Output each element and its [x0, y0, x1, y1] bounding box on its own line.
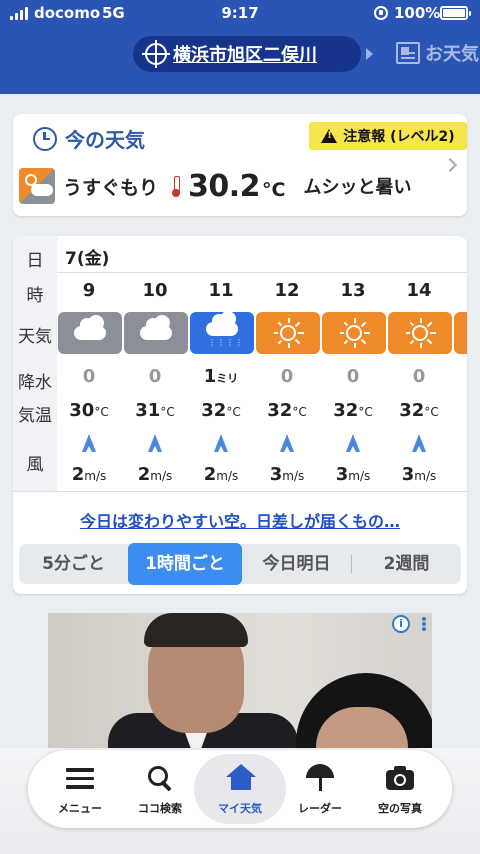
sunny-icon [322, 312, 386, 354]
row-label-precip: 降水 [13, 368, 57, 393]
wind-speed: 2m/s [71, 464, 107, 485]
temp-value: 32°C [399, 400, 439, 421]
temp-value: 30°C [69, 400, 109, 421]
day-divider [57, 272, 467, 273]
nav-menu-label: メニュー [58, 802, 102, 815]
sunny-icon [388, 312, 452, 354]
umbrella-icon [306, 764, 334, 792]
row-label-weather: 天気 [13, 322, 57, 347]
home-icon [226, 764, 256, 792]
location-target-icon [142, 40, 170, 68]
sunny-icon [256, 312, 320, 354]
hour-label: 12 [274, 280, 300, 301]
alert-badge[interactable]: 注意報 (レベル2) [309, 122, 467, 150]
nav-radar-label: レーダー [298, 802, 342, 815]
current-comment: ムシッと暑い [303, 177, 412, 198]
wind-arrow-icon [255, 434, 319, 456]
nav-my-weather-label: マイ天気 [218, 802, 262, 815]
battery-icon [440, 6, 471, 20]
day-label: 7(金) [65, 249, 110, 269]
tab-scroll-arrow-icon [366, 48, 373, 60]
alert-text: 注意報 (レベル2) [343, 129, 455, 145]
segment-hourly[interactable]: 1時間ごと [128, 543, 242, 585]
nav-sky-photo[interactable]: 空の写真 [358, 750, 442, 828]
hour-label: 13 [340, 280, 366, 301]
temp-value: 32°C [201, 400, 241, 421]
current-weather-title-text: 今の天気 [65, 128, 145, 152]
app-header: docomo 5G 9:17 100% 横浜市旭区二俣川 お天気 [0, 0, 480, 94]
wind-arrow-icon [57, 434, 121, 456]
advertisement-banner[interactable]: i [48, 613, 432, 763]
precip-value: 0 [280, 366, 294, 387]
row-label-temp: 気温 [13, 401, 57, 426]
wind-arrow-icon [387, 434, 451, 456]
current-weather-row: うすぐもり 30.2 °C ムシッと暑い [19, 166, 459, 206]
current-condition: うすぐもり [63, 176, 159, 199]
precip-value: 0 [346, 366, 360, 387]
sunny-icon [454, 312, 467, 354]
row-label-hour: 時 [13, 281, 57, 306]
precip-value: 0 [148, 366, 162, 387]
menu-icon [66, 764, 94, 792]
hourly-forecast-card: 日 時 天気 降水 気温 風 7(金) 9 0 30°C 2m/s 10 0 3… [13, 236, 467, 594]
wind-speed: 3m/s [335, 464, 371, 485]
precip-value: 1ミリ [203, 366, 239, 387]
nav-sky-photo-label: 空の写真 [378, 802, 422, 815]
precip-value: 0 [82, 366, 96, 387]
temp-value: 31°C [135, 400, 175, 421]
tab-news-label: お天気 [425, 44, 479, 65]
current-temperature-unit: °C [262, 179, 286, 201]
temp-value: 32°C [333, 400, 373, 421]
segment-5min[interactable]: 5分ごと [19, 544, 128, 584]
segment-2weeks[interactable]: 2週間 [352, 544, 461, 584]
forecast-summary-link[interactable]: 今日は変わりやすい空。日差しが届くもの… [13, 508, 467, 532]
segment-today-tomorrow[interactable]: 今日明日 [242, 544, 351, 584]
nav-search[interactable]: ココ検索 [118, 750, 202, 828]
wind-arrow-icon [123, 434, 187, 456]
status-bar: docomo 5G 9:17 100% [0, 0, 480, 28]
bottom-nav: メニュー ココ検索 マイ天気 レーダー 空の写真 [28, 750, 452, 828]
warning-icon [321, 129, 338, 143]
current-weather-card[interactable]: 今の天気 注意報 (レベル2) うすぐもり 30.2 °C ムシッと暑い [13, 114, 467, 216]
precip-value: 0 [412, 366, 426, 387]
current-weather-title: 今の天気 [33, 124, 145, 153]
ad-options-icon[interactable] [422, 617, 426, 631]
wind-speed: 3m/s [401, 464, 437, 485]
hour-label: 9 [82, 280, 96, 301]
wind-speed: 2m/s [137, 464, 173, 485]
row-label-day: 日 [13, 246, 57, 271]
current-temperature: 30.2 [188, 168, 261, 204]
partly-cloudy-icon [19, 168, 55, 204]
row-label-wind: 風 [13, 450, 57, 475]
hour-label: 11 [208, 280, 234, 301]
ad-info-icon[interactable]: i [392, 615, 410, 633]
battery-percent: 100% [394, 4, 441, 22]
interval-segmented-control: 5分ごと 1時間ごと 今日明日 2週間 [19, 543, 461, 585]
nav-menu[interactable]: メニュー [38, 750, 122, 828]
nav-search-label: ココ検索 [138, 802, 182, 815]
wind-speed: 2m/s [203, 464, 239, 485]
location-selector[interactable]: 横浜市旭区二俣川 [133, 36, 361, 72]
wind-speed: 3m/s [269, 464, 305, 485]
wind-arrow-icon [189, 434, 253, 456]
clock-icon [33, 126, 57, 151]
camera-icon [386, 764, 414, 792]
temp-value: 32°C [267, 400, 307, 421]
cloudy-icon [58, 312, 122, 354]
orientation-lock-icon [374, 6, 388, 20]
tab-news[interactable]: お天気 [396, 40, 479, 66]
nav-radar[interactable]: レーダー [278, 750, 362, 828]
cloudy-icon [124, 312, 188, 354]
nav-my-weather[interactable]: マイ天気 [194, 750, 286, 828]
search-icon [146, 764, 174, 792]
forecast-divider [13, 491, 467, 492]
newspaper-icon [396, 42, 420, 64]
location-name: 横浜市旭区二俣川 [173, 45, 317, 66]
wind-arrow-icon [321, 434, 385, 456]
thermometer-icon [172, 176, 181, 197]
rain-icon: ⋮⋮⋮⋮ [190, 311, 254, 354]
hour-label: 14 [406, 280, 432, 301]
hour-label: 10 [142, 280, 168, 301]
